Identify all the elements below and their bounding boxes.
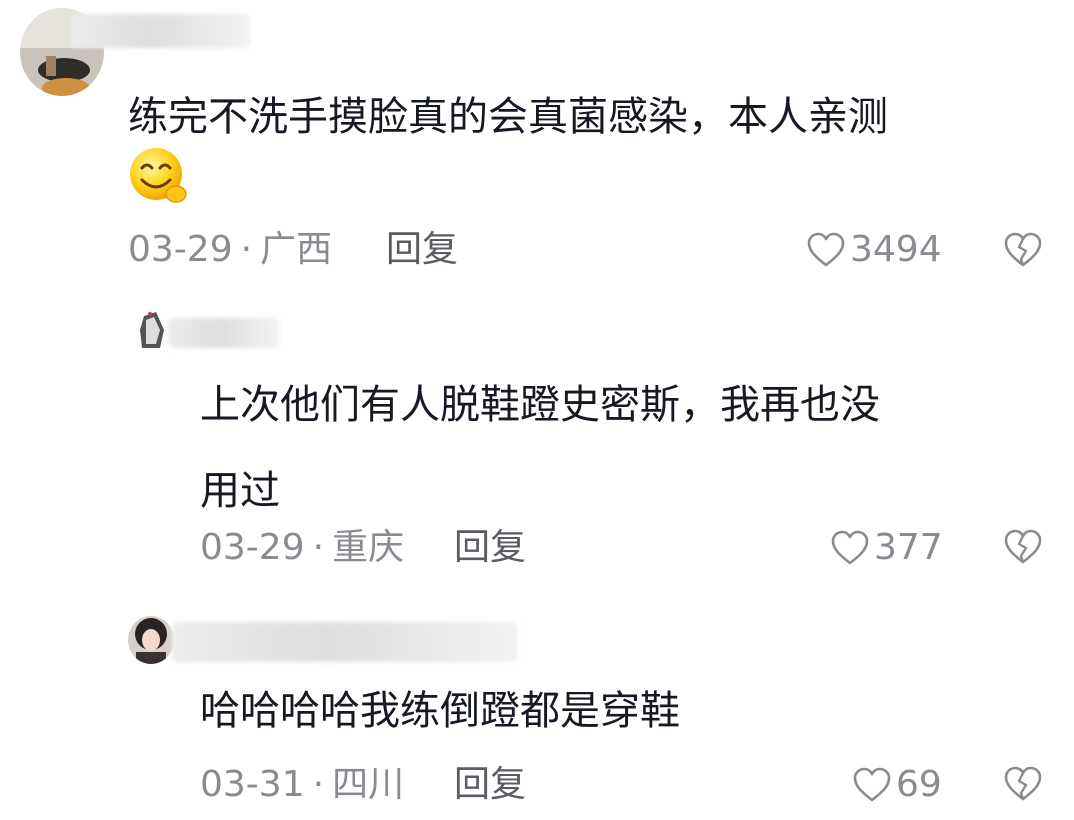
like-count: 377 [874, 527, 943, 568]
comment-date: 03-29 [128, 229, 233, 270]
heart-outline-icon [830, 529, 870, 567]
comment-item: 练完不洗手摸脸真的会真菌感染，本人亲测 03-29 · 广西 回复 3494 [0, 0, 1074, 290]
like-count: 69 [896, 764, 942, 805]
username-blurred[interactable] [70, 14, 250, 48]
comment-location: 广西 [260, 229, 333, 270]
comment-meta: 03-31 · 四川 [200, 760, 404, 810]
comment-date: 03-31 [200, 764, 305, 805]
heart-outline-icon [806, 231, 846, 269]
comment-date: 03-29 [200, 527, 305, 568]
comment-location: 重庆 [332, 527, 405, 568]
heart-outline-icon [852, 766, 892, 804]
comment-text: 练完不洗手摸脸真的会真菌感染，本人亲测 [128, 94, 888, 140]
username-blurred[interactable] [168, 318, 280, 348]
meta-separator: · [240, 229, 253, 270]
like-button[interactable]: 69 [852, 760, 942, 810]
meta-separator: · [312, 764, 325, 805]
like-count: 3494 [850, 229, 942, 270]
comment-meta: 03-29 · 广西 [128, 225, 332, 275]
comment-item: 哈哈哈哈我练倒蹬都是穿鞋 03-31 · 四川 回复 69 [0, 600, 1074, 820]
reply-button[interactable]: 回复 [386, 225, 458, 275]
username-blurred[interactable] [172, 622, 518, 662]
meta-separator: · [312, 527, 325, 568]
comment-item: 上次他们有人脱鞋蹬史密斯，我再也没 用过 03-29 · 重庆 回复 377 [0, 290, 1074, 600]
like-button[interactable]: 3494 [806, 225, 942, 275]
smiling-face-emoji [128, 146, 190, 206]
broken-heart-icon[interactable] [1002, 527, 1044, 569]
comment-text: 上次他们有人脱鞋蹬史密斯，我再也没 用过 [200, 382, 880, 514]
comment-meta: 03-29 · 重庆 [200, 523, 404, 573]
comment-location: 四川 [332, 764, 405, 805]
broken-heart-icon[interactable] [1002, 230, 1044, 272]
like-button[interactable]: 377 [830, 523, 943, 573]
avatar[interactable] [128, 616, 174, 664]
comment-text: 哈哈哈哈我练倒蹬都是穿鞋 [200, 688, 680, 734]
reply-button[interactable]: 回复 [454, 523, 526, 573]
reply-button[interactable]: 回复 [454, 760, 526, 810]
broken-heart-icon[interactable] [1002, 764, 1044, 806]
